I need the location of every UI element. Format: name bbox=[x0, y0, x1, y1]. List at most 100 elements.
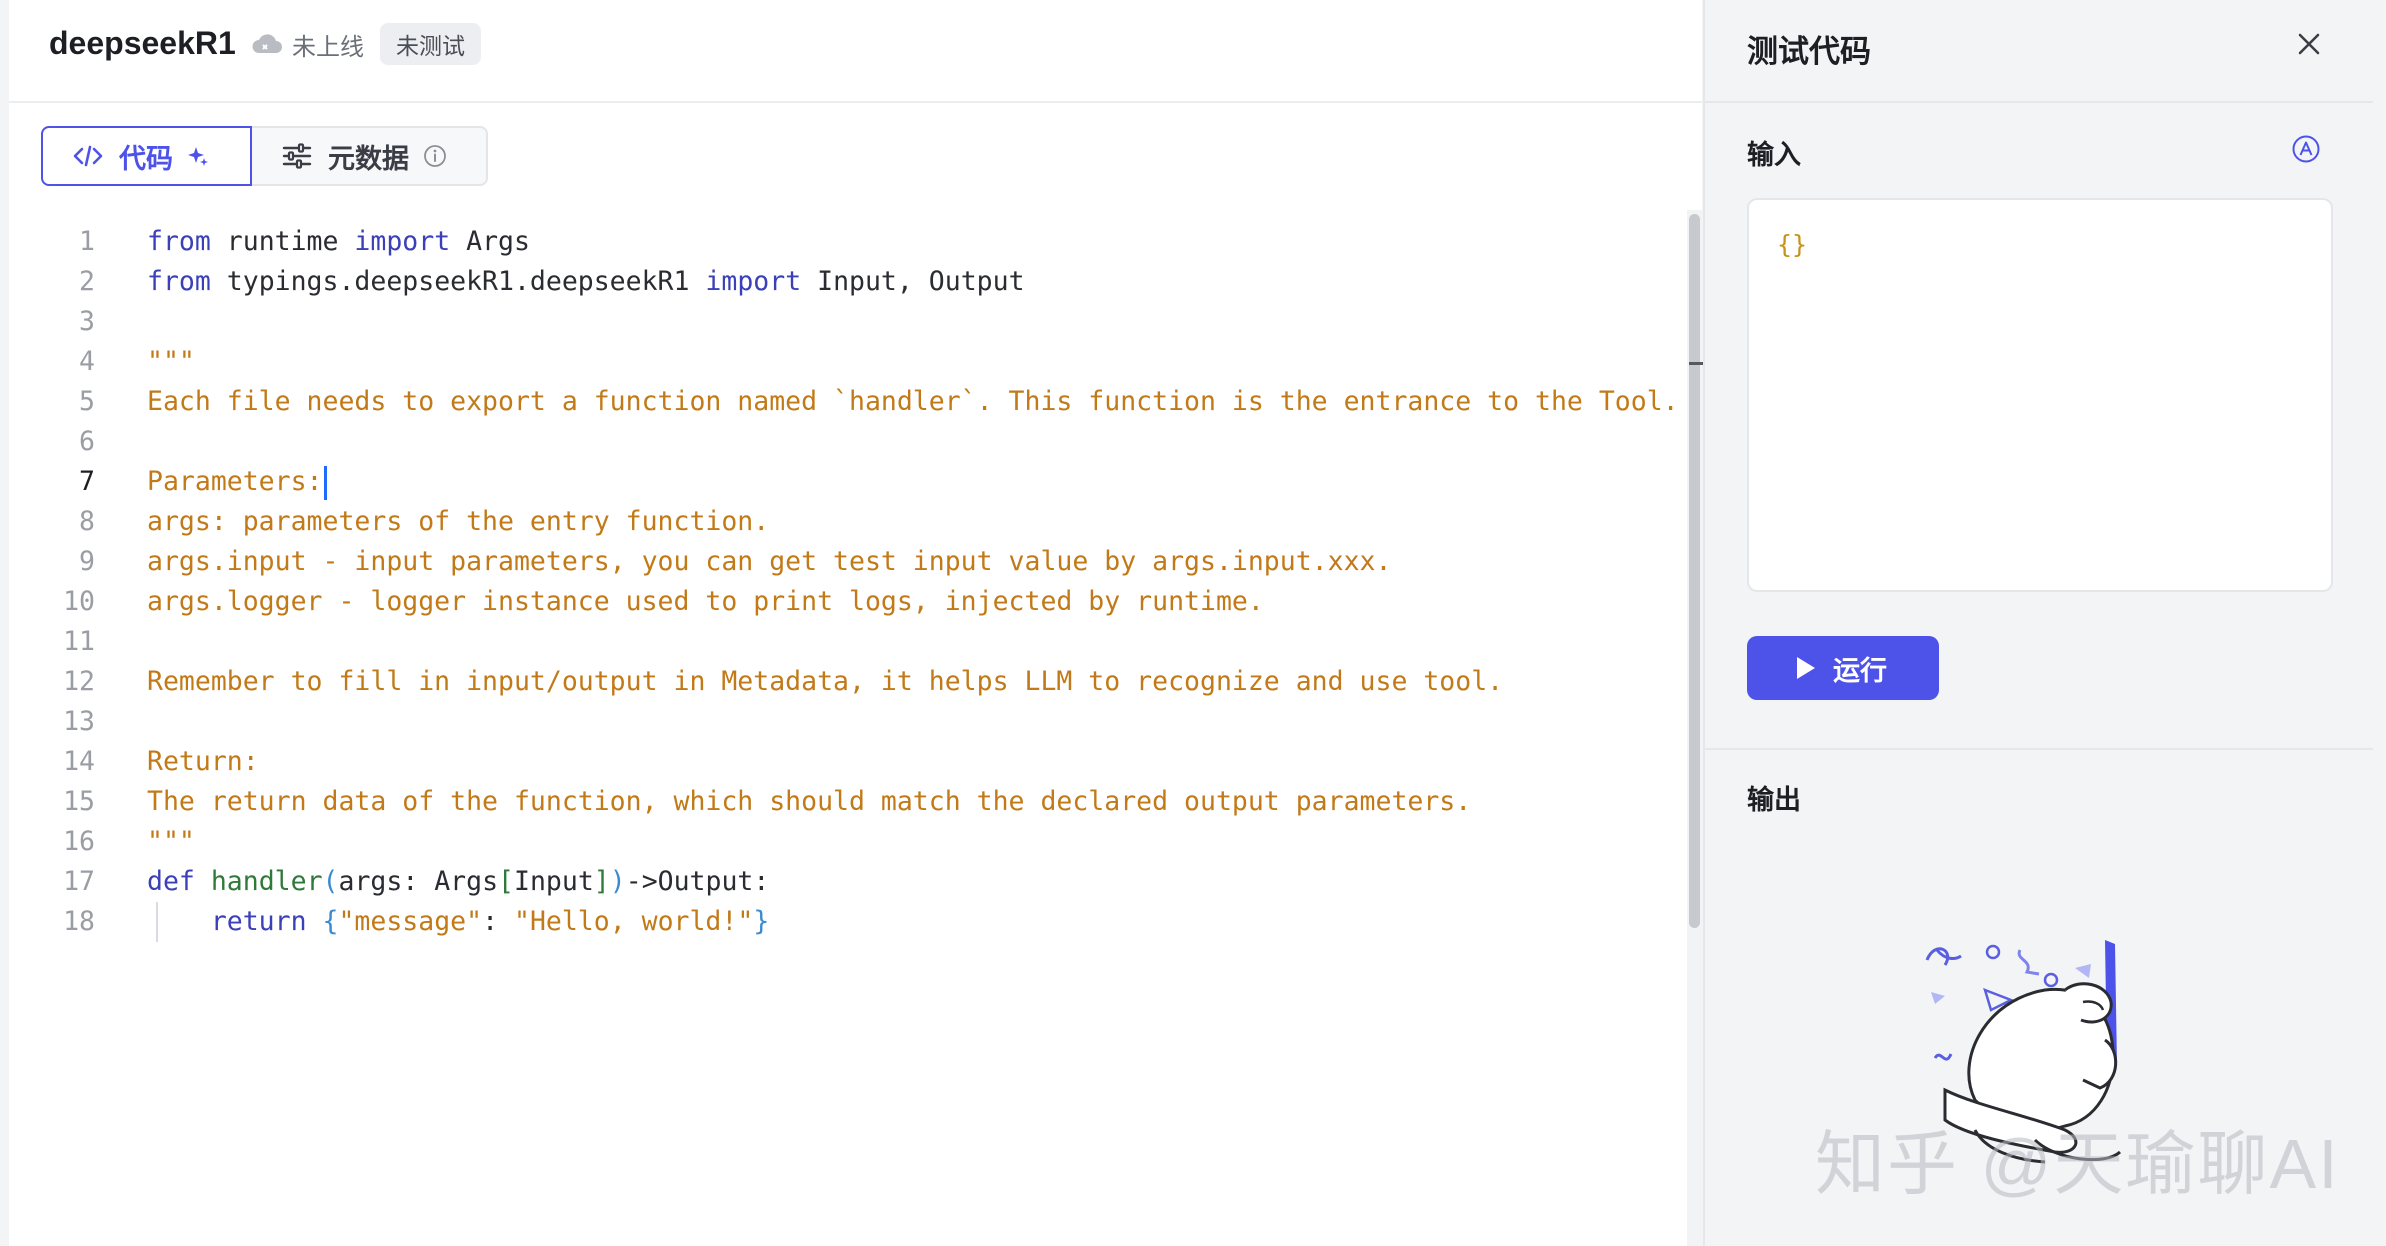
code-line[interactable]: 15 The return data of the function, which… bbox=[9, 782, 1679, 822]
code-text: Return: bbox=[147, 742, 259, 782]
test-input-editor[interactable]: {} bbox=[1747, 198, 2333, 592]
code-token: from bbox=[147, 266, 211, 297]
code-token: ( bbox=[322, 866, 339, 897]
code-token: import bbox=[705, 266, 802, 297]
code-token: "message" bbox=[338, 906, 483, 937]
code-line[interactable]: 16 """ bbox=[9, 822, 1679, 862]
line-number: 8 bbox=[79, 506, 95, 537]
code-line[interactable]: 4 """ bbox=[9, 342, 1679, 382]
code-text: args: parameters of the entry function. bbox=[147, 502, 769, 542]
code-text: The return data of the function, which s… bbox=[147, 782, 1471, 822]
code-token: "Hello, world!" bbox=[513, 906, 754, 937]
code-token: def bbox=[147, 866, 195, 897]
code-token: { bbox=[322, 906, 339, 937]
run-button-label: 运行 bbox=[1833, 655, 1887, 686]
code-token: runtime bbox=[210, 226, 355, 257]
panel-title: 测试代码 bbox=[1747, 34, 1871, 69]
code-text: """ bbox=[147, 342, 195, 382]
watermark: 知乎 @天瑜聊AI bbox=[1815, 1125, 2340, 1203]
code-token: args: parameters of the entry function. bbox=[147, 506, 770, 537]
cloud-icon bbox=[252, 34, 282, 53]
code-token: [ bbox=[498, 866, 515, 897]
test-panel-header: 测试代码 bbox=[1705, 0, 2373, 103]
code-text: Parameters: bbox=[147, 462, 327, 502]
line-number: 7 bbox=[79, 466, 95, 497]
code-line[interactable]: 14 Return: bbox=[9, 742, 1679, 782]
line-number: 9 bbox=[79, 546, 95, 577]
line-number: 5 bbox=[79, 386, 95, 417]
line-number: 4 bbox=[79, 346, 95, 377]
line-number: 1 bbox=[79, 226, 95, 257]
indent-guide bbox=[156, 902, 158, 942]
code-line[interactable]: 1 from runtime import Args bbox=[9, 222, 1679, 262]
code-token: from bbox=[147, 226, 211, 257]
code-line[interactable]: 5 Each file needs to export a function na… bbox=[9, 382, 1679, 422]
code-token: ->Output: bbox=[625, 866, 770, 897]
code-token: """ bbox=[147, 826, 195, 857]
code-line[interactable]: 3 bbox=[9, 302, 1679, 342]
code-token: typings.deepseekR1.deepseekR1 bbox=[210, 266, 706, 297]
code-text: args.logger - logger instance used to pr… bbox=[147, 582, 1264, 622]
line-number: 17 bbox=[63, 866, 95, 897]
line-number: 13 bbox=[63, 706, 95, 737]
code-line[interactable]: 13 bbox=[9, 702, 1679, 742]
run-button[interactable]: 运行 bbox=[1747, 636, 1939, 700]
ai-assist-icon[interactable] bbox=[2291, 134, 2321, 164]
line-number: 3 bbox=[79, 306, 95, 337]
code-icon bbox=[73, 145, 103, 167]
cursor-overview-marker bbox=[1689, 362, 1703, 365]
publish-status: 未上线 未测试 bbox=[250, 23, 481, 65]
code-line[interactable]: 9 args.input - input parameters, you can … bbox=[9, 542, 1679, 582]
code-line[interactable]: 18 return {"message": "Hello, world!"} bbox=[9, 902, 1679, 942]
line-number: 6 bbox=[79, 426, 95, 457]
code-line[interactable]: 6 bbox=[9, 422, 1679, 462]
line-number: 11 bbox=[63, 626, 95, 657]
code-text: def handler(args: Args[Input])->Output: bbox=[147, 862, 769, 902]
main-editor-area: deepseekR1 未上线 未测试 代码 元数据 1 from runtime… bbox=[9, 0, 1703, 1246]
close-icon[interactable] bbox=[2291, 26, 2327, 62]
code-text: from typings.deepseekR1.deepseekR1 impor… bbox=[147, 262, 1025, 302]
code-token: Remember to fill in input/output in Meta… bbox=[147, 666, 1504, 697]
tab-metadata[interactable]: 元数据 bbox=[252, 126, 488, 186]
code-line[interactable]: 7 Parameters: bbox=[9, 462, 1679, 502]
code-editor[interactable]: 1 from runtime import Args 2 from typings.d… bbox=[9, 210, 1684, 1246]
panel-divider bbox=[1705, 748, 2373, 750]
code-line[interactable]: 12 Remember to fill in input/output in Me… bbox=[9, 662, 1679, 702]
code-token: : bbox=[482, 906, 514, 937]
code-token: Parameters: bbox=[147, 466, 323, 497]
code-line[interactable]: 17 def handler(args: Args[Input])->Output… bbox=[9, 862, 1679, 902]
tab-code[interactable]: 代码 bbox=[41, 126, 252, 186]
code-token: """ bbox=[147, 346, 195, 377]
text-cursor bbox=[323, 465, 327, 500]
code-token: The return data of the function, which s… bbox=[147, 786, 1472, 817]
editor-tabs: 代码 元数据 bbox=[41, 126, 488, 190]
code-token: ] bbox=[593, 866, 610, 897]
line-number: 18 bbox=[63, 906, 95, 937]
code-line[interactable]: 11 bbox=[9, 622, 1679, 662]
line-number: 14 bbox=[63, 746, 95, 777]
code-token: } bbox=[753, 906, 770, 937]
code-token: Return: bbox=[147, 746, 259, 777]
code-line[interactable]: 10 args.logger - logger instance used to … bbox=[9, 582, 1679, 622]
test-panel: 测试代码 输入 {} 运行 输出 知乎 @天瑜聊AI bbox=[1703, 0, 2373, 1246]
code-token: args.input - input parameters, you can g… bbox=[147, 546, 1392, 577]
code-text: from runtime import Args bbox=[147, 222, 530, 262]
line-number: 12 bbox=[63, 666, 95, 697]
code-text: """ bbox=[147, 822, 195, 862]
code-token: Input, Output bbox=[801, 266, 1025, 297]
ai-sparkle-icon[interactable] bbox=[187, 145, 209, 167]
editor-scrollbar-thumb[interactable] bbox=[1689, 214, 1700, 928]
tab-metadata-label: 元数据 bbox=[328, 143, 409, 174]
code-token: args.logger - logger instance used to pr… bbox=[147, 586, 1264, 617]
code-token: Each file needs to export a function nam… bbox=[147, 386, 1679, 417]
line-number: 10 bbox=[63, 586, 95, 617]
sliders-icon bbox=[282, 143, 312, 169]
code-text: Each file needs to export a function nam… bbox=[147, 382, 1679, 422]
code-token: Input bbox=[514, 866, 594, 897]
code-token: import bbox=[354, 226, 451, 257]
code-token: Args bbox=[450, 226, 530, 257]
code-line[interactable]: 8 args: parameters of the entry function. bbox=[9, 502, 1679, 542]
info-icon[interactable] bbox=[423, 144, 447, 168]
code-line[interactable]: 2 from typings.deepseekR1.deepseekR1 impo… bbox=[9, 262, 1679, 302]
